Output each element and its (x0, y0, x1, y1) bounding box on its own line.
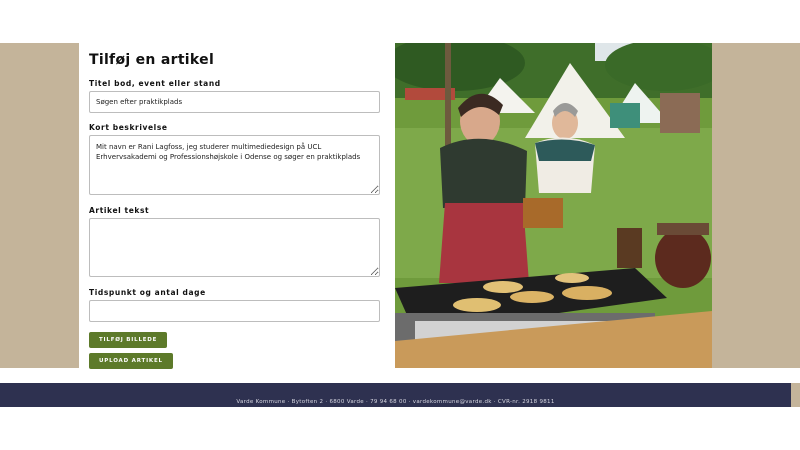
article-text-textarea[interactable] (89, 218, 380, 277)
title-field-label: Titel bod, event eller stand (89, 79, 221, 88)
medieval-market-cooking-photo (395, 43, 712, 368)
period-field-label: Tidspunkt og antal dage (89, 288, 206, 297)
title-input[interactable] (89, 91, 380, 113)
market-photo (395, 43, 712, 368)
upload-article-button[interactable]: UPLOAD ARTIKEL (89, 353, 173, 369)
footer-edge (791, 383, 800, 407)
article-form: Tilføj en artikel Titel bod, event eller… (79, 43, 395, 369)
description-field-label: Kort beskrivelse (89, 123, 168, 132)
article-text-label: Artikel tekst (89, 206, 150, 215)
site-footer: Varde Kommune · Bytoften 2 · 6800 Varde … (0, 383, 791, 407)
form-title: Tilføj en artikel (89, 52, 215, 68)
add-image-button[interactable]: TILFØJ BILLEDE (89, 332, 168, 348)
footer-contact-text: Varde Kommune · Bytoften 2 · 6800 Varde … (236, 399, 555, 405)
description-textarea[interactable]: Mit navn er Rani Lagfoss, jeg studerer m… (89, 135, 380, 195)
period-input[interactable] (89, 300, 380, 322)
